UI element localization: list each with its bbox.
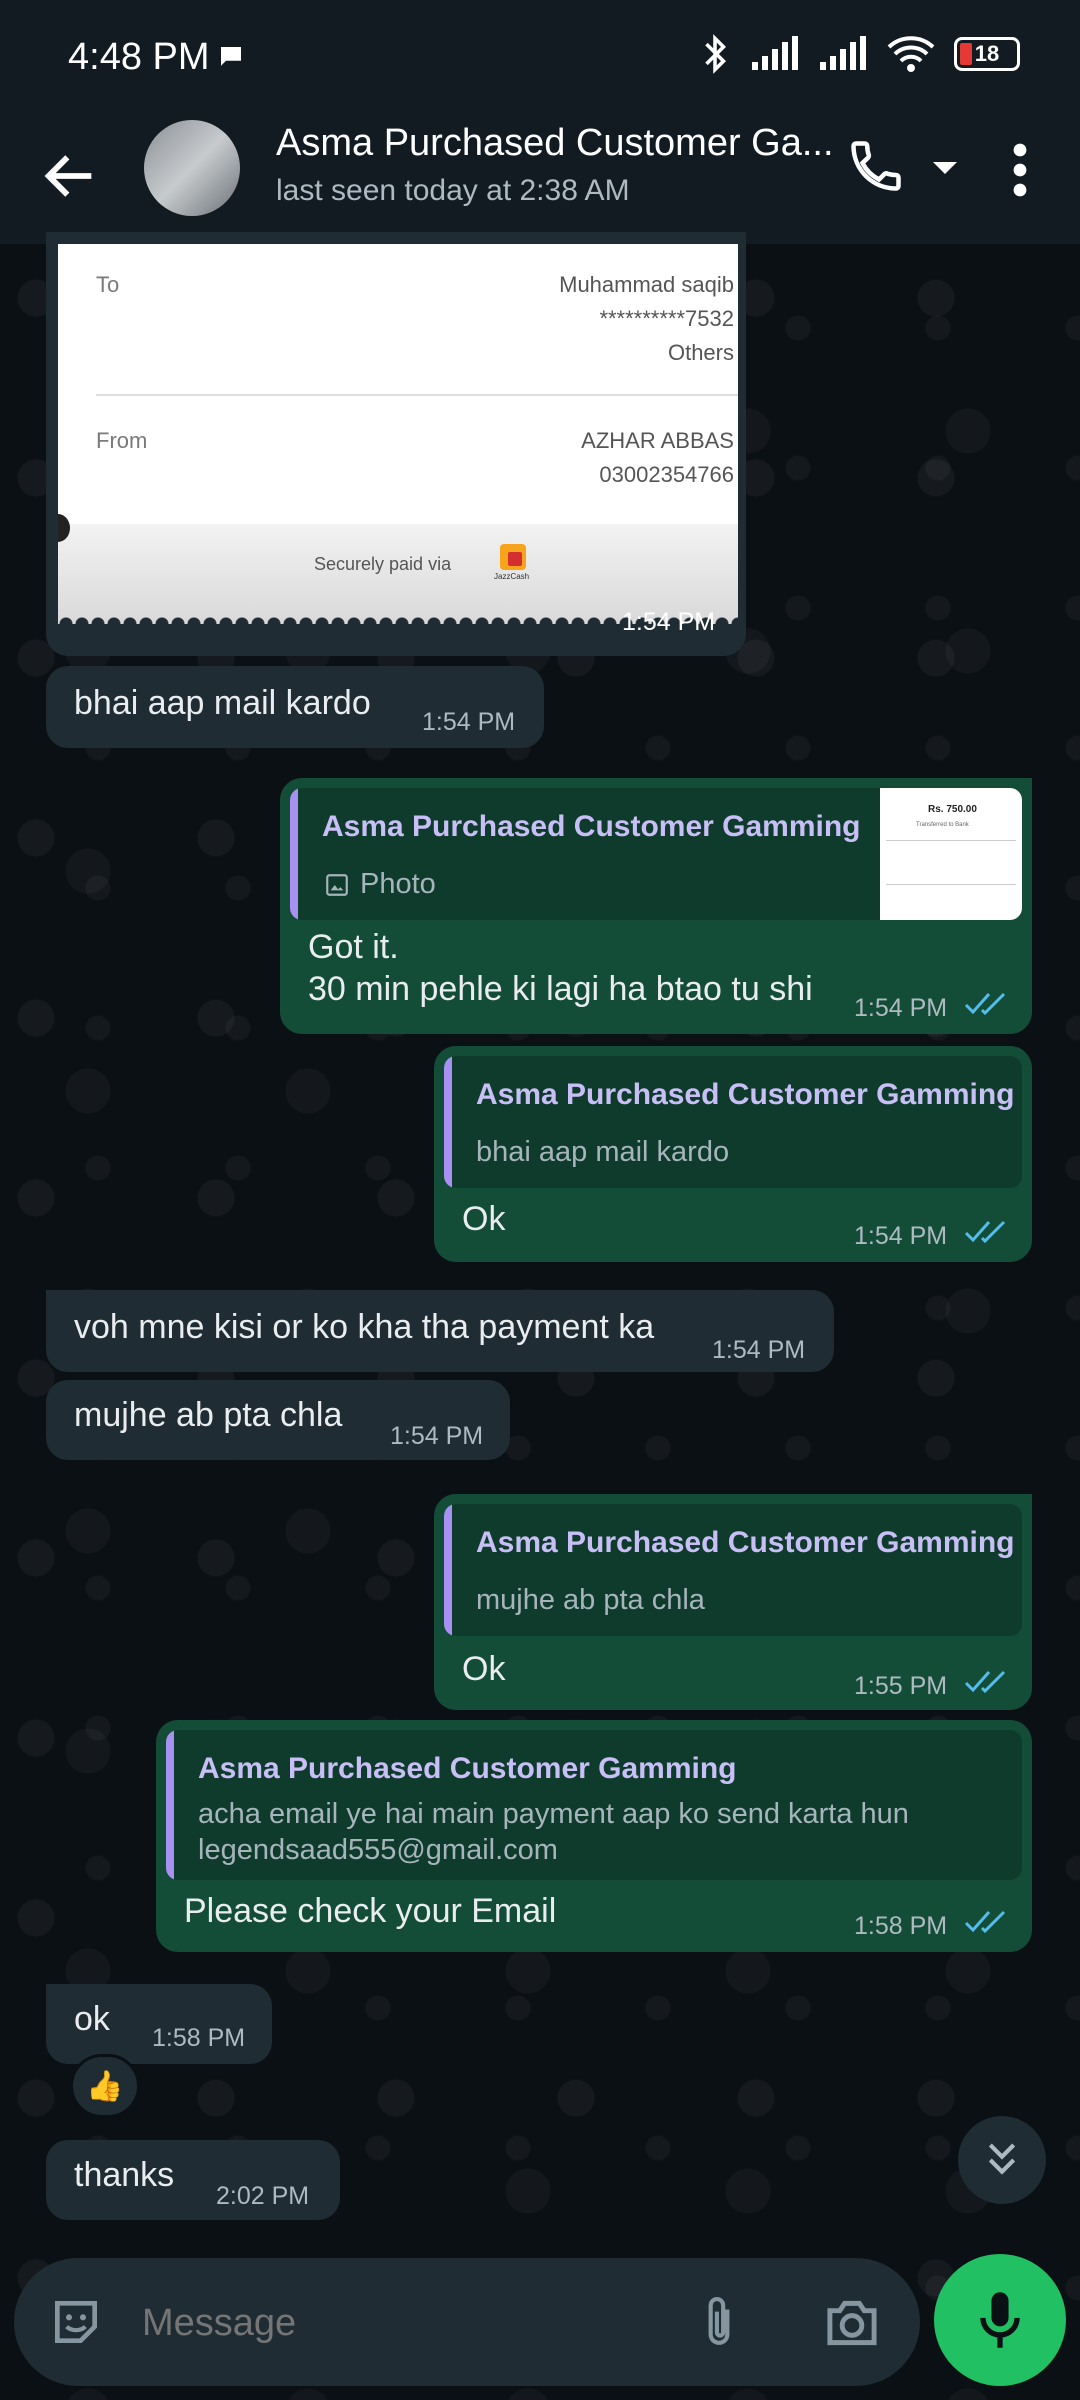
jazzcash-logo: JazzCash [494, 544, 534, 584]
message-input[interactable] [140, 2288, 684, 2358]
quote-sender: Asma Purchased Customer Gamming [322, 810, 861, 843]
voice-record-button[interactable] [934, 2254, 1066, 2386]
message-text: Ok [462, 1200, 506, 1238]
message-time: 2:02 PM [216, 2182, 310, 2210]
message-text: thanks [74, 2156, 175, 2194]
message-text-line1: Got it. [308, 928, 399, 966]
thumbnail-amount: Rs. 750.00 [928, 804, 977, 815]
status-time: 4:48 PM [68, 36, 210, 78]
contact-name[interactable]: Asma Purchased Customer Ga... [276, 122, 834, 165]
message-bubble-outgoing[interactable]: Asma Purchased Customer Gamming acha ema… [156, 1720, 1032, 1952]
quote-text: bhai aap mail kardo [476, 1136, 730, 1168]
quote-sender: Asma Purchased Customer Gamming [476, 1526, 1015, 1559]
message-text: Ok [462, 1650, 506, 1688]
quote-sender: Asma Purchased Customer Gamming [476, 1078, 1015, 1111]
message-time: 1:54 PM [390, 1422, 484, 1450]
quote-text: Photo [360, 868, 436, 900]
jazzcash-brand: JazzCash [494, 572, 530, 581]
status-bar: 4:48 PM 18 [0, 0, 1080, 120]
battery-icon: 18 [954, 37, 1020, 71]
reaction-badge[interactable]: 👍 [70, 2054, 140, 2118]
more-options-icon[interactable] [1000, 140, 1040, 200]
quoted-message[interactable]: Asma Purchased Customer Gamming mujhe ab… [444, 1504, 1022, 1636]
quote-accent-bar [444, 1056, 452, 1188]
voice-call-icon[interactable] [846, 136, 906, 196]
quote-text: mujhe ab pta chla [476, 1584, 705, 1616]
message-composer [14, 2258, 920, 2386]
receipt-to-label: To [96, 272, 120, 297]
signal-icon-1 [752, 36, 798, 70]
message-time: 1:55 PM [854, 1672, 948, 1700]
message-time: 1:54 PM [712, 1336, 806, 1364]
read-ticks-icon [964, 1220, 1006, 1244]
message-bubble-outgoing[interactable]: Asma Purchased Customer Gamming Photo Rs… [280, 778, 1032, 1034]
wifi-icon [887, 36, 935, 72]
scroll-to-bottom-button[interactable] [958, 2116, 1046, 2204]
receipt-to-account: **********7532 [599, 306, 734, 331]
receipt-from-label: From [96, 428, 148, 453]
message-bubble-incoming[interactable]: ok 1:58 PM [46, 1984, 272, 2064]
receipt-to-name: Muhammad saqib [559, 272, 734, 297]
message-bubble-outgoing[interactable]: Asma Purchased Customer Gamming bhai aap… [434, 1046, 1032, 1262]
quote-thumbnail: Rs. 750.00 Transferred to Bank [880, 788, 1022, 920]
quote-text-line1: acha email ye hai main payment aap ko se… [198, 1798, 909, 1830]
image-message-time: 1:54 PM [622, 608, 716, 636]
bluetooth-icon [705, 34, 727, 74]
thumbs-up-reaction: 👍 [86, 2069, 124, 2103]
read-ticks-icon [964, 992, 1006, 1016]
battery-level: 18 [974, 41, 1000, 66]
contact-avatar[interactable] [144, 120, 240, 216]
read-ticks-icon [964, 1670, 1006, 1694]
signal-icon-2 [820, 36, 866, 70]
message-bubble-incoming[interactable]: voh mne kisi or ko kha tha payment ka 1:… [46, 1290, 834, 1372]
message-text: voh mne kisi or ko kha tha payment ka [74, 1308, 655, 1346]
message-bubble-incoming[interactable]: thanks 2:02 PM [46, 2140, 340, 2220]
mic-icon [980, 2292, 1020, 2348]
message-time: 1:58 PM [152, 2024, 246, 2052]
quoted-message[interactable]: Asma Purchased Customer Gamming Photo Rs… [290, 788, 1022, 920]
receipt-from-name: AZHAR ABBAS [581, 428, 734, 453]
read-ticks-icon [964, 1910, 1006, 1934]
message-text: mujhe ab pta chla [74, 1396, 343, 1434]
attachment-icon[interactable] [694, 2292, 744, 2352]
quoted-message[interactable]: Asma Purchased Customer Gamming acha ema… [166, 1730, 1022, 1880]
receipt-to-type: Others [667, 340, 734, 365]
thumbnail-caption: Transferred to Bank [916, 822, 969, 828]
message-text: Please check your Email [184, 1892, 557, 1930]
receipt-notch [58, 514, 70, 542]
chat-notification-icon [221, 47, 241, 66]
quote-accent-bar [166, 1730, 174, 1880]
double-chevron-down-icon [988, 2143, 1016, 2175]
message-text: bhai aap mail kardo [74, 684, 371, 722]
quote-text-line2: legendsaad555@gmail.com [198, 1834, 558, 1866]
message-time: 1:58 PM [854, 1912, 948, 1940]
message-bubble-outgoing[interactable]: Asma Purchased Customer Gamming mujhe ab… [434, 1494, 1032, 1710]
sticker-icon[interactable] [48, 2294, 104, 2350]
back-arrow-icon[interactable] [38, 144, 102, 208]
message-text-line2: 30 min pehle ki lagi ha btao tu shi [308, 970, 813, 1008]
quote-accent-bar [444, 1504, 452, 1636]
camera-icon[interactable] [822, 2296, 882, 2350]
quote-sender: Asma Purchased Customer Gamming [198, 1752, 737, 1785]
message-time: 1:54 PM [854, 1222, 948, 1250]
last-seen: last seen today at 2:38 AM [276, 174, 630, 207]
message-time: 1:54 PM [422, 708, 516, 736]
message-bubble-incoming[interactable]: mujhe ab pta chla 1:54 PM [46, 1380, 510, 1460]
message-text: ok [74, 2000, 110, 2038]
chat-header: Asma Purchased Customer Ga... last seen … [0, 120, 1080, 244]
quoted-message[interactable]: Asma Purchased Customer Gamming bhai aap… [444, 1056, 1022, 1188]
quote-accent-bar [290, 788, 298, 920]
message-time: 1:54 PM [854, 994, 948, 1022]
receipt-secured-text: Securely paid via [314, 554, 452, 574]
receipt-divider [96, 394, 738, 396]
receipt-image[interactable]: To Muhammad saqib **********7532 Others … [58, 244, 738, 624]
receipt-from-number: 03002354766 [599, 462, 734, 487]
message-bubble-incoming[interactable]: bhai aap mail kardo 1:54 PM [46, 666, 544, 748]
photo-icon [326, 874, 348, 896]
call-dropdown-icon[interactable] [930, 158, 960, 178]
